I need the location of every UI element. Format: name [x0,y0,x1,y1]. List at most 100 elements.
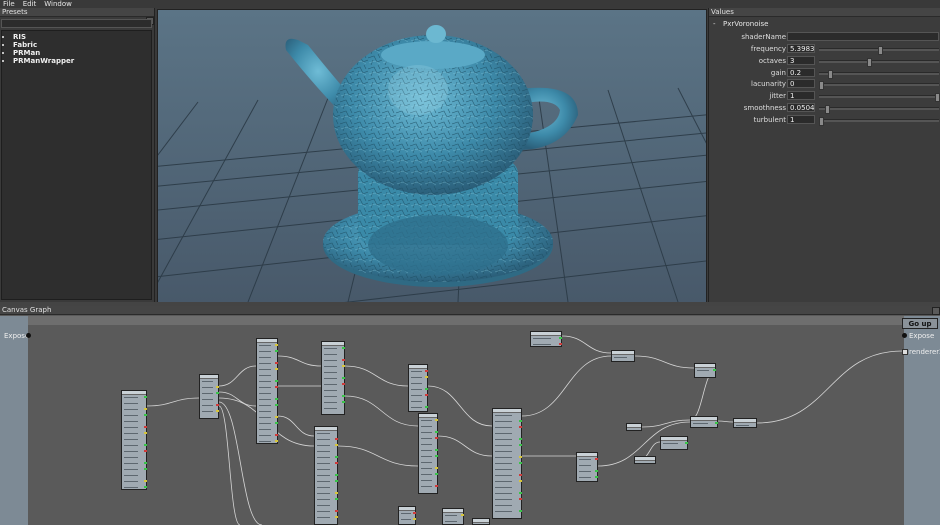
node-port[interactable] [519,492,522,494]
node-header[interactable] [322,342,344,346]
node-port[interactable] [335,516,338,518]
node-header[interactable] [443,509,463,513]
node-port[interactable] [435,419,438,421]
node-header[interactable] [635,457,655,461]
graph-node[interactable] [530,331,562,347]
node-port[interactable] [413,518,416,520]
param-slider[interactable] [819,46,939,55]
param-value-field[interactable]: 1 [787,91,815,101]
menu-edit[interactable]: Edit [23,0,37,8]
node-port[interactable] [342,383,345,385]
param-slider[interactable] [819,116,939,126]
preset-item[interactable]: RIS [13,33,151,41]
viewport-frame[interactable] [157,9,707,303]
node-port[interactable] [342,347,345,349]
node-header[interactable] [315,427,337,431]
node-port[interactable] [335,438,338,440]
graph-node[interactable] [321,341,345,415]
slider-handle[interactable] [828,69,834,79]
presets-search-input[interactable] [1,19,152,28]
node-port[interactable] [216,386,219,388]
node-port[interactable] [275,362,278,364]
graph-node[interactable] [733,418,757,428]
node-port[interactable] [559,337,562,339]
slider-handle[interactable] [866,57,872,67]
slider-handle[interactable] [819,81,824,91]
node-port[interactable] [715,422,718,424]
node-port[interactable] [425,376,428,378]
node-port[interactable] [595,470,598,472]
shadername-field[interactable] [787,32,939,41]
node-header[interactable] [200,375,218,379]
node-port[interactable] [144,450,147,452]
node-port[interactable] [275,416,278,418]
param-slider[interactable] [819,57,939,67]
node-port[interactable] [144,414,147,416]
node-port[interactable] [342,377,345,379]
menu-window[interactable]: Window [44,0,72,8]
node-port[interactable] [519,456,522,458]
node-port[interactable] [519,426,522,428]
node-port[interactable] [275,434,278,436]
node-port[interactable] [595,476,598,478]
node-port[interactable] [342,395,345,397]
menu-file[interactable]: File [3,0,15,8]
node-port[interactable] [435,449,438,451]
node-port[interactable] [275,380,278,382]
node-port[interactable] [425,406,428,408]
graph-node[interactable] [634,456,656,464]
node-port[interactable] [335,444,338,446]
node-port[interactable] [216,404,219,406]
node-port[interactable] [275,344,278,346]
node-port[interactable] [519,474,522,476]
node-port[interactable] [559,343,562,345]
node-port[interactable] [519,420,522,422]
slider-handle[interactable] [935,93,940,103]
node-port[interactable] [413,512,416,514]
param-value-field[interactable]: 0.0504 [787,103,815,112]
node-port[interactable] [335,498,338,500]
node-port[interactable] [435,437,438,439]
graph-node[interactable] [626,423,642,431]
param-value-field[interactable]: 1 [787,114,815,124]
node-header[interactable] [419,414,437,418]
node-port[interactable] [435,467,438,469]
node-port[interactable] [144,408,147,410]
node-header[interactable] [409,365,427,369]
graph-node[interactable] [121,390,147,490]
graph-node[interactable] [442,508,464,525]
render-viewport[interactable] [155,8,707,303]
graph-node[interactable] [611,350,635,362]
node-port[interactable] [216,392,219,394]
node-port[interactable] [342,359,345,361]
param-slider[interactable] [819,105,939,114]
node-port[interactable] [425,388,428,390]
graph-node[interactable] [418,413,438,494]
node-port[interactable] [144,480,147,482]
node-port[interactable] [275,368,278,370]
node-port[interactable] [144,396,147,398]
node-port[interactable] [595,458,598,460]
node-header[interactable] [493,409,521,413]
node-port[interactable] [144,468,147,470]
node-port[interactable] [519,498,522,500]
node-header[interactable] [691,417,717,421]
param-slider[interactable] [819,93,940,103]
slider-handle[interactable] [819,116,824,126]
node-port[interactable] [216,410,219,412]
node-header[interactable] [577,453,597,457]
node-port[interactable] [335,480,338,482]
param-value-field[interactable]: 5.3983 [787,44,815,53]
node-port[interactable] [275,440,278,442]
node-port[interactable] [275,350,278,352]
node-port[interactable] [425,394,428,396]
param-slider[interactable] [819,81,939,91]
slider-handle[interactable] [824,105,830,114]
node-port[interactable] [519,444,522,446]
graph-node[interactable] [314,426,338,525]
graph-node[interactable] [492,408,522,519]
node-port[interactable] [342,401,345,403]
graph-node[interactable] [256,338,278,444]
node-port[interactable] [335,510,338,512]
collapse-icon[interactable]: - [713,20,716,28]
